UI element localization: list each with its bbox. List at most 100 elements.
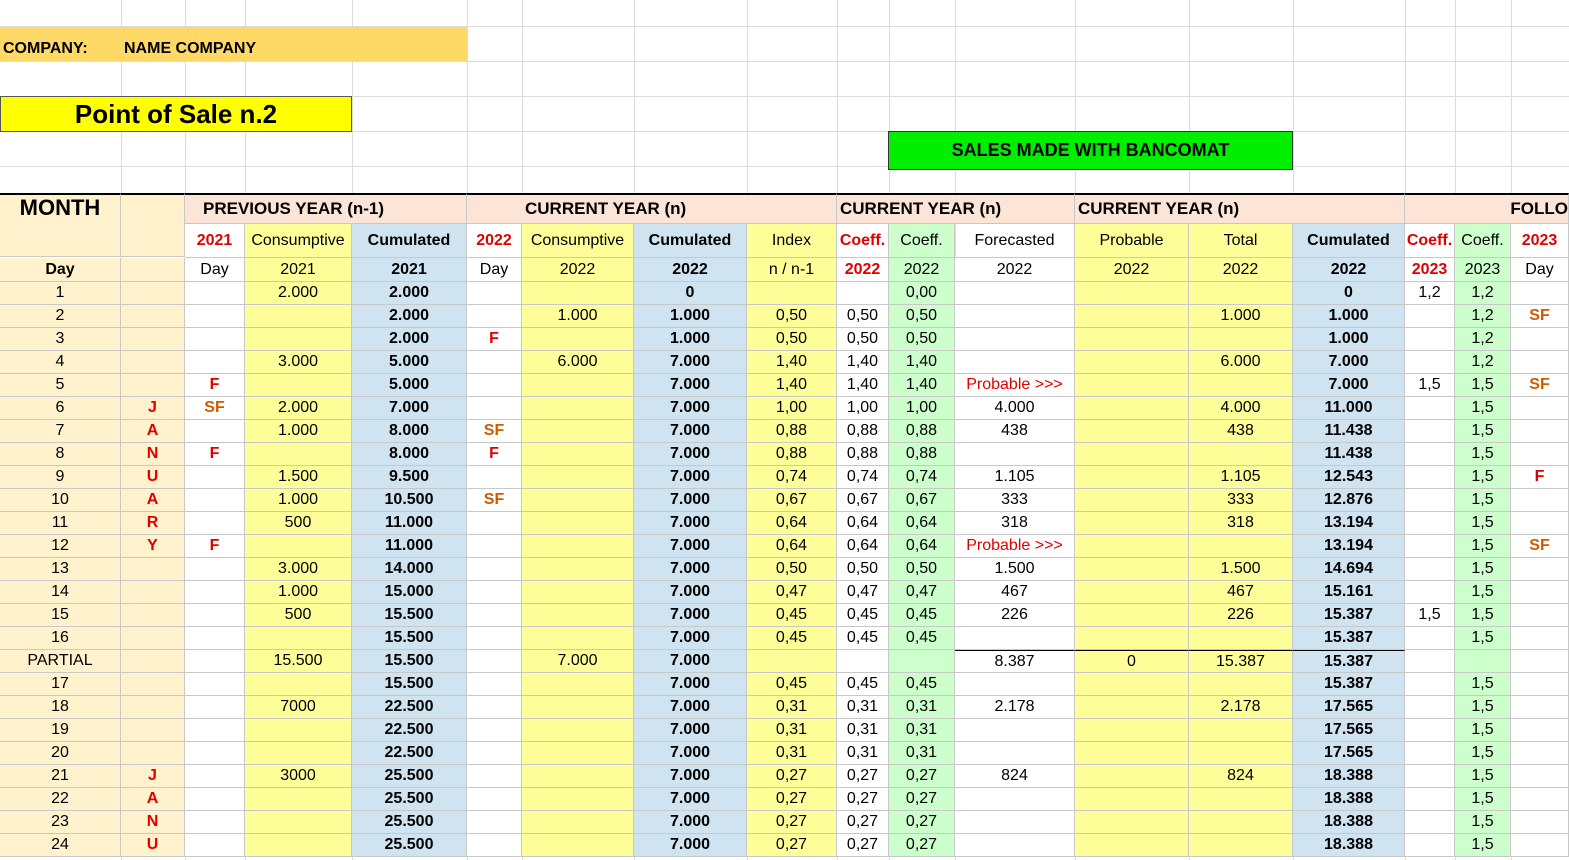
table-cell[interactable] xyxy=(522,558,634,581)
table-cell[interactable]: Probable >>> xyxy=(955,535,1075,558)
table-cell[interactable]: 1,5 xyxy=(1455,834,1511,857)
table-cell[interactable] xyxy=(1405,627,1455,650)
table-cell[interactable]: 0,27 xyxy=(837,811,889,834)
table-cell[interactable]: 1.500 xyxy=(1189,558,1293,581)
table-cell[interactable]: 1,5 xyxy=(1455,466,1511,489)
table-cell[interactable]: 6.000 xyxy=(522,351,634,374)
table-cell[interactable] xyxy=(121,650,185,673)
table-cell[interactable] xyxy=(467,719,522,742)
table-cell[interactable] xyxy=(121,351,185,374)
table-cell[interactable]: 0,27 xyxy=(837,834,889,857)
table-cell[interactable]: Y xyxy=(121,535,185,558)
table-cell[interactable] xyxy=(522,535,634,558)
table-cell[interactable] xyxy=(245,788,352,811)
table-cell[interactable]: 11.000 xyxy=(352,535,467,558)
table-cell[interactable]: 0,47 xyxy=(837,581,889,604)
table-cell[interactable] xyxy=(1189,834,1293,857)
table-cell[interactable]: 0,64 xyxy=(747,535,837,558)
row-label[interactable]: 7 xyxy=(0,420,121,443)
table-cell[interactable]: 0,74 xyxy=(747,466,837,489)
table-cell[interactable] xyxy=(185,489,245,512)
table-cell[interactable]: 1,5 xyxy=(1455,512,1511,535)
table-cell[interactable] xyxy=(1405,719,1455,742)
table-cell[interactable] xyxy=(121,719,185,742)
table-cell[interactable]: 7.000 xyxy=(1293,351,1405,374)
table-cell[interactable] xyxy=(245,535,352,558)
table-cell[interactable] xyxy=(185,673,245,696)
table-cell[interactable]: 9.500 xyxy=(352,466,467,489)
table-cell[interactable]: 3.000 xyxy=(245,351,352,374)
table-cell[interactable]: 0,27 xyxy=(889,788,955,811)
table-cell[interactable]: 0,45 xyxy=(747,604,837,627)
table-cell[interactable]: 1.105 xyxy=(955,466,1075,489)
table-cell[interactable]: SF xyxy=(185,397,245,420)
column-header[interactable]: 2023 xyxy=(1455,258,1511,282)
table-cell[interactable]: 2.000 xyxy=(352,328,467,351)
table-cell[interactable]: 1,2 xyxy=(1455,328,1511,351)
table-cell[interactable] xyxy=(1189,788,1293,811)
table-cell[interactable]: 11.438 xyxy=(1293,443,1405,466)
table-cell[interactable]: 500 xyxy=(245,604,352,627)
table-cell[interactable]: 12.543 xyxy=(1293,466,1405,489)
table-cell[interactable]: 1,5 xyxy=(1455,696,1511,719)
row-label[interactable]: 1 xyxy=(0,282,121,305)
table-cell[interactable] xyxy=(467,696,522,719)
table-cell[interactable]: 1,5 xyxy=(1455,604,1511,627)
table-cell[interactable] xyxy=(955,673,1075,696)
table-cell[interactable]: 0,31 xyxy=(837,742,889,765)
table-cell[interactable] xyxy=(1075,696,1189,719)
table-cell[interactable]: 12.876 xyxy=(1293,489,1405,512)
table-cell[interactable] xyxy=(1405,742,1455,765)
table-cell[interactable]: 0,31 xyxy=(747,742,837,765)
table-cell[interactable]: 2.000 xyxy=(352,305,467,328)
table-cell[interactable]: 7.000 xyxy=(634,765,747,788)
table-cell[interactable]: F xyxy=(467,443,522,466)
table-cell[interactable] xyxy=(1405,397,1455,420)
table-cell[interactable]: 0,50 xyxy=(837,305,889,328)
table-cell[interactable]: 226 xyxy=(955,604,1075,627)
table-cell[interactable]: 0,27 xyxy=(747,765,837,788)
table-cell[interactable] xyxy=(245,443,352,466)
table-cell[interactable] xyxy=(467,742,522,765)
table-cell[interactable]: 5.000 xyxy=(352,351,467,374)
column-header[interactable]: Probable xyxy=(1075,224,1189,258)
table-cell[interactable]: 0,67 xyxy=(747,489,837,512)
table-cell[interactable] xyxy=(121,374,185,397)
row-label[interactable]: PARTIAL xyxy=(0,650,121,673)
table-cell[interactable]: 17.565 xyxy=(1293,696,1405,719)
table-cell[interactable] xyxy=(121,604,185,627)
table-cell[interactable]: 438 xyxy=(1189,420,1293,443)
table-cell[interactable] xyxy=(522,328,634,351)
table-cell[interactable] xyxy=(955,282,1075,305)
table-cell[interactable] xyxy=(955,627,1075,650)
column-header[interactable]: 2021 xyxy=(245,258,352,282)
table-cell[interactable]: 15.500 xyxy=(352,604,467,627)
column-header[interactable]: Forecasted xyxy=(955,224,1075,258)
table-cell[interactable] xyxy=(245,811,352,834)
table-cell[interactable] xyxy=(185,742,245,765)
table-cell[interactable] xyxy=(1511,443,1569,466)
table-cell[interactable]: 0 xyxy=(1075,650,1189,673)
header-blank[interactable] xyxy=(121,258,185,282)
table-cell[interactable]: 1,2 xyxy=(1455,305,1511,328)
table-cell[interactable] xyxy=(185,466,245,489)
table-cell[interactable]: 1,5 xyxy=(1455,673,1511,696)
table-cell[interactable]: 0,27 xyxy=(889,811,955,834)
table-cell[interactable] xyxy=(121,742,185,765)
column-header[interactable]: 2021 xyxy=(185,224,245,258)
table-cell[interactable]: 0,88 xyxy=(889,420,955,443)
column-header[interactable]: n / n-1 xyxy=(747,258,837,282)
table-cell[interactable] xyxy=(1189,282,1293,305)
table-cell[interactable] xyxy=(1075,581,1189,604)
table-cell[interactable]: 0,74 xyxy=(889,466,955,489)
table-cell[interactable] xyxy=(522,489,634,512)
table-cell[interactable] xyxy=(1405,696,1455,719)
table-cell[interactable]: F xyxy=(185,374,245,397)
table-cell[interactable] xyxy=(522,627,634,650)
table-cell[interactable]: 1,2 xyxy=(1455,351,1511,374)
table-cell[interactable]: 0,27 xyxy=(747,834,837,857)
table-cell[interactable] xyxy=(245,305,352,328)
table-cell[interactable]: 824 xyxy=(955,765,1075,788)
row-label[interactable]: 10 xyxy=(0,489,121,512)
row-label[interactable]: 21 xyxy=(0,765,121,788)
